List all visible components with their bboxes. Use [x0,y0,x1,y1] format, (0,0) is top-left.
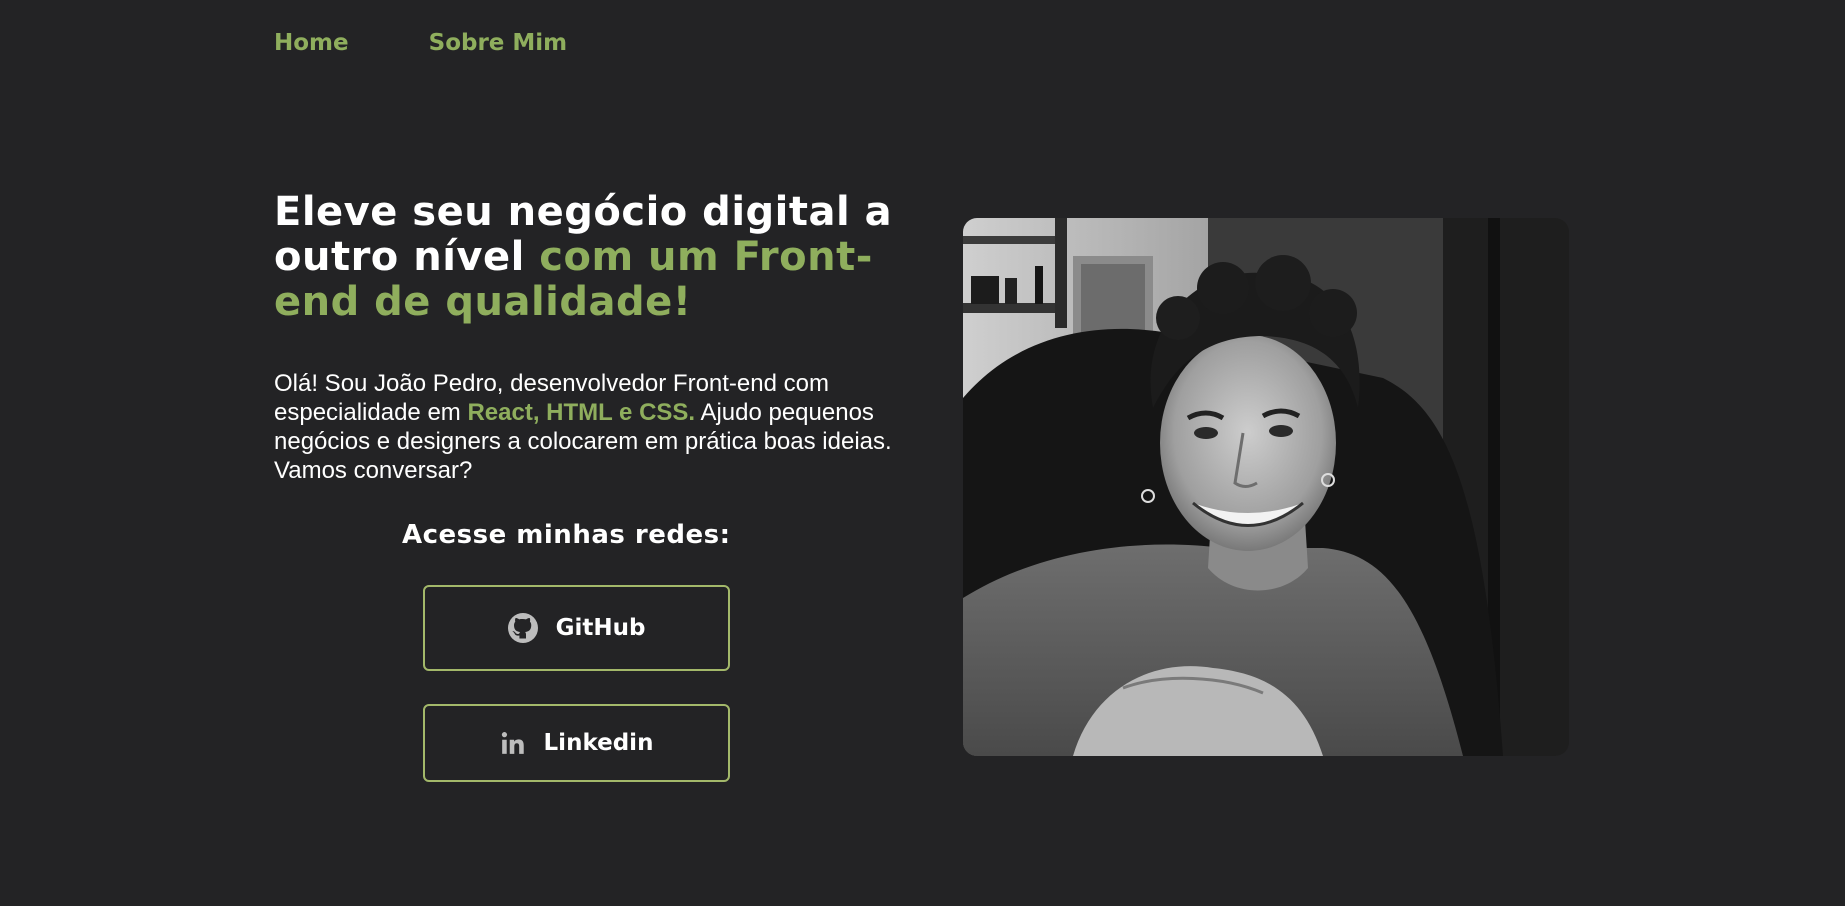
top-nav: Home Sobre Mim [274,30,567,56]
nav-about-link[interactable]: Sobre Mim [429,30,568,56]
page: Home Sobre Mim Eleve seu negócio digital… [0,0,1845,906]
github-button[interactable]: GitHub [423,585,730,671]
hero-headline: Eleve seu negócio digital a outro nível … [274,190,894,325]
linkedin-label: Linkedin [543,730,654,756]
nav-home-link[interactable]: Home [274,30,349,56]
linkedin-button[interactable]: Linkedin [423,704,730,782]
socials-title: Acesse minhas redes: [402,520,731,550]
hero-text: Eleve seu negócio digital a outro nível … [274,190,894,485]
intro-paragraph: Olá! Sou João Pedro, desenvolvedor Front… [274,369,894,485]
github-icon [507,613,538,643]
linkedin-icon [500,730,526,756]
intro-skills-highlight: React, HTML e CSS. [467,399,696,426]
profile-photo [963,218,1569,756]
github-label: GitHub [555,615,646,641]
